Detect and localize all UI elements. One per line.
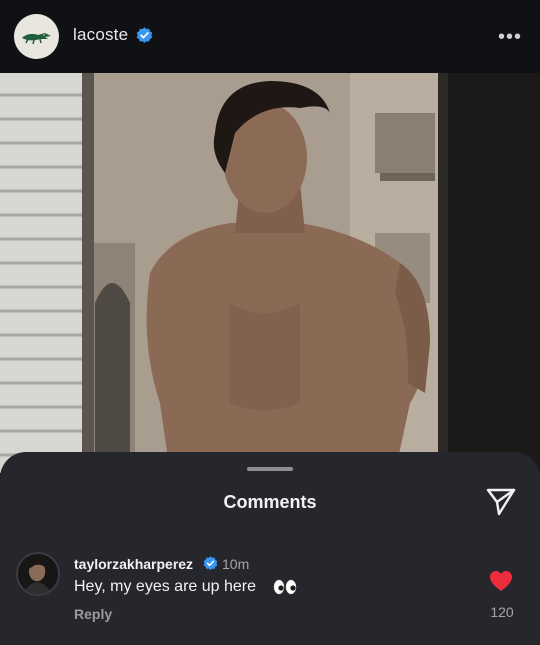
crocodile-logo-icon [21, 32, 51, 44]
paper-plane-icon[interactable] [485, 487, 517, 517]
commenter-avatar[interactable] [16, 552, 60, 596]
post-photo [0, 73, 540, 473]
verified-badge-icon [203, 556, 218, 571]
commenter-username[interactable]: taylorzakharperez [74, 556, 193, 572]
eyes-emoji-icon [273, 579, 297, 595]
heart-icon[interactable] [489, 570, 513, 592]
more-options-icon[interactable]: ••• [498, 26, 522, 49]
like-count: 120 [490, 604, 514, 620]
sheet-title: Comments [223, 492, 317, 512]
sheet-grabber-handle[interactable] [247, 467, 293, 471]
comment-text: Hey, my eyes are up here [74, 578, 257, 595]
verified-badge-icon [136, 27, 153, 43]
comment-timestamp: 10m [222, 556, 250, 572]
profile-username[interactable]: lacoste [73, 25, 128, 45]
profile-avatar[interactable] [14, 14, 59, 59]
reply-button[interactable]: Reply [74, 606, 112, 622]
comments-sheet: Comments taylorzakharperez 10m Hey, my e… [0, 452, 540, 645]
post-header: lacoste ••• [0, 0, 540, 73]
